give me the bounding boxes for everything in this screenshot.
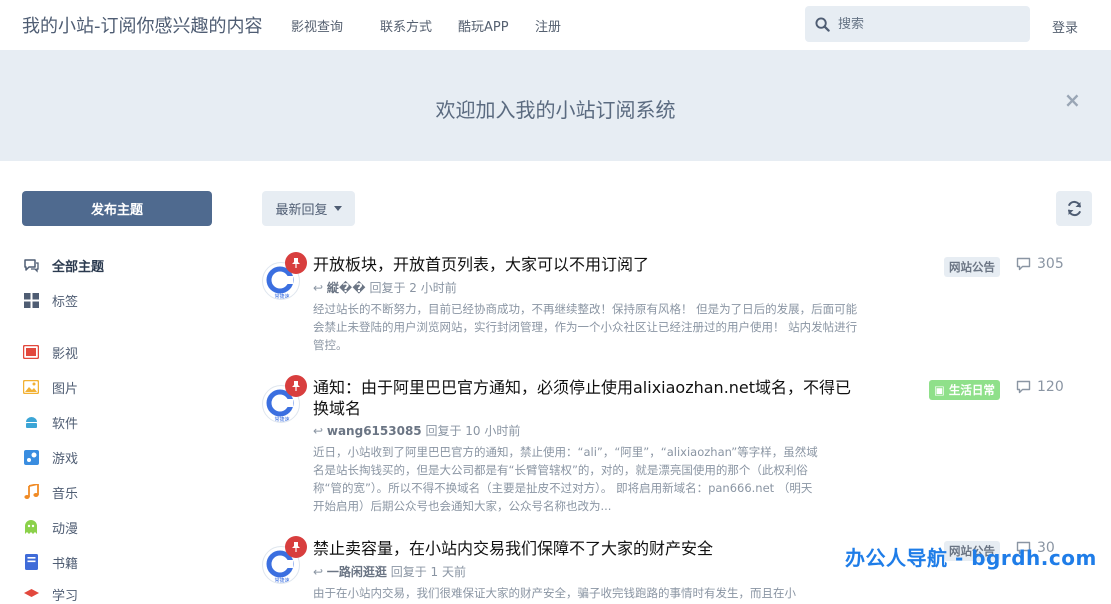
sidebar-item-label: 音乐 xyxy=(52,486,79,502)
username[interactable]: wang6153085 xyxy=(327,424,422,438)
music-icon xyxy=(22,483,40,501)
svg-text:常捷速: 常捷速 xyxy=(274,577,289,584)
discussion-title[interactable]: 禁止卖容量，在小站内交易我们保障不了大家的财产安全 xyxy=(313,538,873,559)
sidebar-item-tags[interactable]: 标签 xyxy=(22,290,78,310)
book-icon xyxy=(22,553,40,571)
briefcase-icon: ▣ xyxy=(934,383,949,397)
pin-icon xyxy=(285,536,307,558)
search-input[interactable] xyxy=(838,16,1018,32)
search-icon xyxy=(815,16,830,32)
reply-count: 305 xyxy=(1016,256,1064,272)
sidebar-item-label: 软件 xyxy=(52,416,79,432)
steam-icon xyxy=(22,448,40,466)
sidebar-item-label: 影视 xyxy=(52,346,79,362)
reply-time: 回复于 10 小时前 xyxy=(425,424,521,438)
reply-icon: ↩ xyxy=(313,281,327,295)
discussion-excerpt: 经过站长的不断努力，目前已经协商成功，不再继续整改！保持原有风格！ 但是为了日后… xyxy=(313,302,858,352)
tag-label: 生活日常 xyxy=(948,383,995,397)
discussion-excerpt: 近日，小站收到了阿里巴巴官方的通知，禁止使用：“ali”，“阿里”，“alixi… xyxy=(313,445,818,513)
discussion-title[interactable]: 开放板块，开放首页列表，大家可以不用订阅了 xyxy=(313,254,873,275)
sidebar-item-label: 图片 xyxy=(52,381,79,397)
tag-badge[interactable]: 网站公告 xyxy=(944,257,1000,277)
sort-label: 最新回复 xyxy=(275,203,328,218)
sidebar-item-label: 学习 xyxy=(52,588,79,604)
list-item[interactable]: 常捷速 开放板块，开放首页列表，大家可以不用订阅了 ↩ 縦�� 回复于 2 小时… xyxy=(262,252,1082,364)
comment-icon xyxy=(1016,380,1031,394)
grid-icon xyxy=(22,291,40,309)
pin-icon xyxy=(285,375,307,397)
android-icon xyxy=(22,413,40,431)
sidebar-item-label: 游戏 xyxy=(52,451,79,467)
sidebar-item-games[interactable]: 游戏 xyxy=(22,447,78,467)
welcome-hero: 欢迎加入我的小站订阅系统 × xyxy=(0,50,1111,161)
sidebar-item-label: 全部主题 xyxy=(52,259,105,275)
reply-time: 回复于 2 小时前 xyxy=(369,281,457,295)
nav-register[interactable]: 注册 xyxy=(535,16,561,35)
refresh-button[interactable] xyxy=(1056,191,1092,226)
nav-movie-search[interactable]: 影视查询 xyxy=(291,16,343,35)
site-title[interactable]: 我的小站-订阅你感兴趣的内容 xyxy=(22,12,263,38)
list-item[interactable]: 常捷速 通知：由于阿里巴巴官方通知，必须停止使用alixiaozhan.net域… xyxy=(262,375,1082,527)
reply-count: 120 xyxy=(1016,379,1064,395)
comment-icon xyxy=(1016,257,1031,271)
discussion-meta: ↩ 一路闲逛逛 回复于 1 天前 xyxy=(313,563,466,580)
sidebar-item-label: 标签 xyxy=(52,294,79,310)
nav-app[interactable]: 酷玩APP xyxy=(458,16,509,35)
username[interactable]: 縦�� xyxy=(327,281,366,295)
watermark: 办公人导航 - bgrdh.com xyxy=(845,546,1097,570)
sort-dropdown[interactable]: 最新回复 xyxy=(262,191,355,226)
discussion-title[interactable]: 通知：由于阿里巴巴官方通知，必须停止使用alixiaozhan.net域名，不得… xyxy=(313,377,853,419)
tag-badge[interactable]: ▣ 生活日常 xyxy=(929,380,1000,400)
sidebar-item-books[interactable]: 书籍 xyxy=(22,552,78,572)
sidebar-item-images[interactable]: 图片 xyxy=(22,377,78,397)
username[interactable]: 一路闲逛逛 xyxy=(327,565,387,579)
study-icon xyxy=(22,585,40,603)
comments-icon xyxy=(22,256,40,274)
pin-icon xyxy=(285,252,307,274)
close-icon[interactable]: × xyxy=(1064,88,1081,112)
sidebar-item-movies[interactable]: 影视 xyxy=(22,342,78,362)
hero-title: 欢迎加入我的小站订阅系统 xyxy=(435,98,676,122)
svg-text:常捷速: 常捷速 xyxy=(274,416,289,423)
discussion-meta: ↩ 縦�� 回复于 2 小时前 xyxy=(313,279,457,296)
sidebar-item-study[interactable]: 学习 xyxy=(22,584,78,604)
film-icon xyxy=(22,343,40,361)
search-box[interactable] xyxy=(805,6,1030,42)
sidebar-item-label: 动漫 xyxy=(52,521,79,537)
sidebar-item-all-discussions[interactable]: 全部主题 xyxy=(22,255,104,275)
reply-icon: ↩ xyxy=(313,565,327,579)
svg-text:常捷速: 常捷速 xyxy=(274,293,289,300)
discussion-meta: ↩ wang6153085 回复于 10 小时前 xyxy=(313,422,520,439)
ghost-icon xyxy=(22,518,40,536)
sidebar-item-anime[interactable]: 动漫 xyxy=(22,517,78,537)
login-link[interactable]: 登录 xyxy=(1052,17,1078,36)
reply-time: 回复于 1 天前 xyxy=(390,565,466,579)
nav-contact[interactable]: 联系方式 xyxy=(380,16,432,35)
sidebar-item-label: 书籍 xyxy=(52,556,79,572)
chevron-down-icon xyxy=(333,206,342,211)
sidebar-item-software[interactable]: 软件 xyxy=(22,412,78,432)
start-discussion-button[interactable]: 发布主题 xyxy=(22,191,212,226)
reply-count-value: 120 xyxy=(1037,379,1064,395)
discussion-excerpt: 由于在小站内交易，我们很难保证大家的财产安全，骗子收完钱跑路的事情时有发生，而且… xyxy=(313,586,796,600)
top-header: 我的小站-订阅你感兴趣的内容 影视查询 联系方式 酷玩APP 注册 登录 xyxy=(0,0,1111,50)
reply-count-value: 305 xyxy=(1037,256,1064,272)
refresh-icon xyxy=(1067,200,1081,217)
reply-icon: ↩ xyxy=(313,424,327,438)
image-icon xyxy=(22,378,40,396)
sidebar-item-music[interactable]: 音乐 xyxy=(22,482,78,502)
